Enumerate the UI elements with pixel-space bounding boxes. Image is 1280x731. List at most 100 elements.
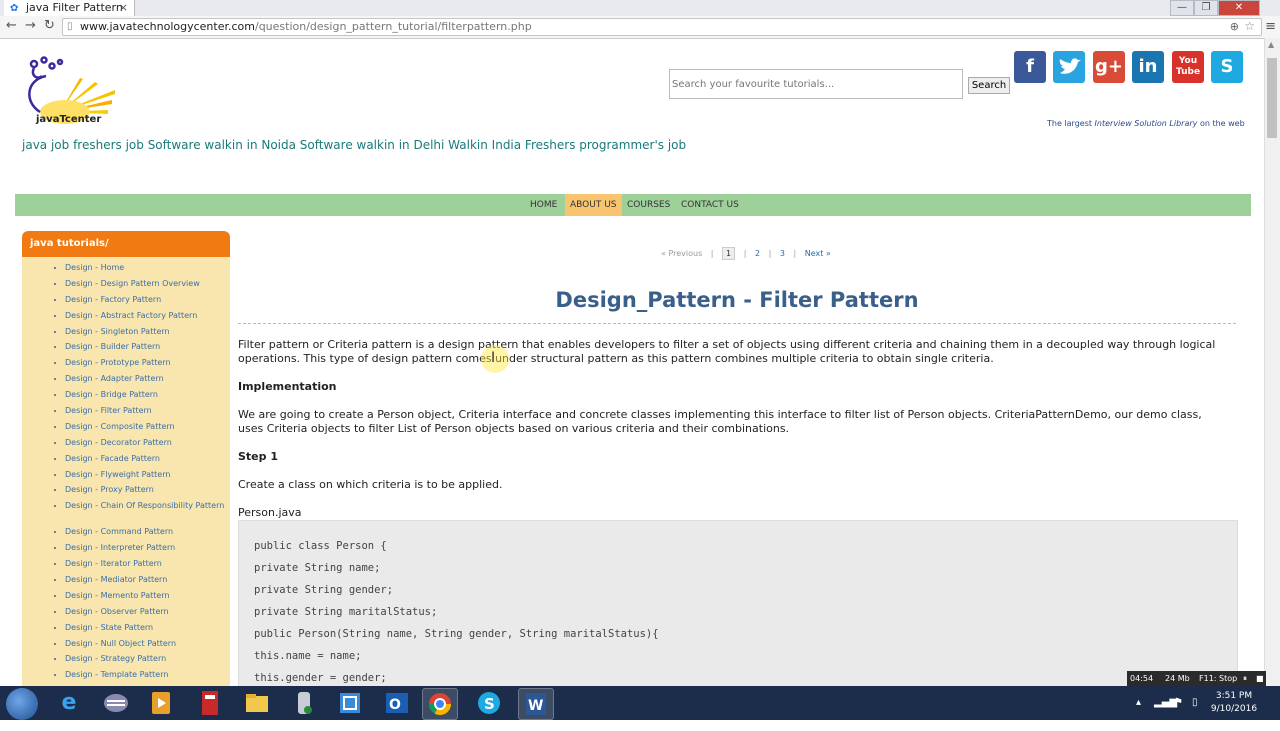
sidebar-item[interactable]: Design - Prototype Pattern xyxy=(65,358,230,374)
sidebar-item[interactable]: Design - Template Pattern xyxy=(65,670,230,686)
word-icon[interactable]: W xyxy=(518,688,554,720)
pager-page-2[interactable]: 2 xyxy=(755,249,760,258)
reload-icon[interactable]: ↻ xyxy=(44,18,55,33)
battery-icon[interactable]: ▯ xyxy=(1192,686,1198,720)
sidebar-item[interactable]: Design - Null Object Pattern xyxy=(65,639,230,655)
sidebar-item[interactable]: Design - Strategy Pattern xyxy=(65,654,230,670)
tools-app-icon[interactable] xyxy=(287,688,321,718)
sidebar-item-label: Design - Strategy Pattern xyxy=(65,654,167,664)
internet-explorer-icon[interactable]: e xyxy=(52,688,86,718)
url-host: www.javatechnologycenter.com xyxy=(80,20,255,33)
sidebar-item[interactable]: Design - Abstract Factory Pattern xyxy=(65,311,230,327)
recorder-time: 04:54 xyxy=(1130,674,1154,683)
sidebar-item-label: Design - Bridge Pattern xyxy=(65,390,158,400)
sidebar-item[interactable]: Design - Builder Pattern xyxy=(65,342,230,358)
tab-close-icon[interactable]: × xyxy=(119,0,128,15)
skype-taskbar-icon[interactable]: S xyxy=(472,688,506,718)
sidebar-item[interactable]: Design - Composite Pattern xyxy=(65,422,230,438)
bookmark-star-icon[interactable]: ☆ xyxy=(1244,18,1255,34)
sidebar-item[interactable]: Design - Facade Pattern xyxy=(65,454,230,470)
nav-about-us[interactable]: ABOUT US xyxy=(565,194,622,216)
minimize-button[interactable]: — xyxy=(1170,0,1194,16)
google-plus-icon[interactable]: g+ xyxy=(1093,51,1125,83)
sidebar-item[interactable]: Design - State Pattern xyxy=(65,623,230,639)
sidebar-item[interactable]: Design - Observer Pattern xyxy=(65,607,230,623)
forward-arrow-icon[interactable]: → xyxy=(25,18,36,33)
svg-text:S: S xyxy=(484,695,495,713)
outlook-icon[interactable]: O xyxy=(380,688,414,718)
clock-date: 9/10/2016 xyxy=(1210,704,1258,714)
sidebar-item[interactable]: Design - Iterator Pattern xyxy=(65,559,230,575)
video-player-icon[interactable] xyxy=(144,688,178,718)
page-info-icon[interactable]: ▯ xyxy=(67,19,73,35)
start-button[interactable] xyxy=(6,688,38,720)
sidebar-item[interactable]: Design - Flyweight Pattern xyxy=(65,470,230,486)
sidebar-item[interactable]: Design - Home xyxy=(65,263,230,279)
file-explorer-icon[interactable] xyxy=(240,688,274,718)
pager-page-1[interactable]: 1 xyxy=(722,247,736,260)
sidebar-item[interactable]: Design - Proxy Pattern xyxy=(65,485,230,501)
linkedin-icon[interactable]: in xyxy=(1132,51,1164,83)
sidebar-item[interactable]: Design - Adapter Pattern xyxy=(65,374,230,390)
remote-desktop-icon[interactable] xyxy=(333,688,367,718)
page-scrollbar[interactable]: ▲ xyxy=(1264,38,1280,686)
sidebar-item[interactable]: Design - Design Pattern Overview xyxy=(65,279,230,295)
nav-home[interactable]: HOME xyxy=(525,194,562,216)
twitter-icon[interactable] xyxy=(1053,51,1085,83)
main-nav: HOME ABOUT US COURSES CONTACT US xyxy=(15,194,1251,216)
sidebar-item[interactable]: Design - Memento Pattern xyxy=(65,591,230,607)
pager-page-3[interactable]: 3 xyxy=(780,249,785,258)
close-window-button[interactable]: ✕ xyxy=(1218,0,1260,16)
show-hidden-icons-icon[interactable]: ▴ xyxy=(1136,686,1141,720)
back-arrow-icon[interactable]: ← xyxy=(6,18,17,33)
scroll-up-icon[interactable]: ▲ xyxy=(1268,40,1274,49)
youtube-icon[interactable]: You Tube xyxy=(1172,51,1204,83)
media-player-icon[interactable] xyxy=(99,688,133,718)
nav-contact-us[interactable]: CONTACT US xyxy=(676,194,744,216)
sidebar-item[interactable]: Design - Chain Of Responsibility Pattern xyxy=(65,501,230,527)
sidebar-item[interactable]: Design - Mediator Pattern xyxy=(65,575,230,591)
logo-text: javaTcenter xyxy=(36,114,102,125)
clock-time: 3:51 PM xyxy=(1215,691,1253,701)
library-note-prefix: The largest xyxy=(1047,119,1095,128)
url-field[interactable]: ▯ www.javatechnologycenter.com/question/… xyxy=(62,18,1262,36)
taskbar: e O S W ▴ ▂▄▆ ⚑ ▯ 3:51 PM 9/10/2016 xyxy=(0,686,1280,720)
pause-icon[interactable]: ⏸ xyxy=(1243,671,1247,686)
sidebar-item-label: Design - Mediator Pattern xyxy=(65,575,168,585)
sidebar-item[interactable]: Design - Bridge Pattern xyxy=(65,390,230,406)
chrome-icon[interactable] xyxy=(422,688,458,720)
search-button[interactable]: Search xyxy=(968,77,1010,94)
sidebar-item[interactable]: Design - Command Pattern xyxy=(65,527,230,543)
recorder-stop-hint[interactable]: F11: Stop xyxy=(1199,671,1237,686)
browser-menu-icon[interactable]: ≡ xyxy=(1265,19,1276,34)
screen-capture-icon xyxy=(340,693,360,713)
search-input[interactable] xyxy=(669,69,963,99)
svg-text:W: W xyxy=(528,698,543,714)
sidebar-item[interactable]: Design - Singleton Pattern xyxy=(65,327,230,343)
sidebar-item[interactable]: Design - Decorator Pattern xyxy=(65,438,230,454)
sidebar-item[interactable]: Design - Factory Pattern xyxy=(65,295,230,311)
taskbar-clock[interactable]: 3:51 PM 9/10/2016 xyxy=(1210,690,1258,716)
browser-tab[interactable]: ✿ java Filter Pattern × xyxy=(4,0,135,16)
pager-next[interactable]: Next » xyxy=(805,249,831,258)
url-path: /question/design_pattern_tutorial/filter… xyxy=(254,20,532,33)
facebook-icon[interactable]: f xyxy=(1014,51,1046,83)
stop-icon[interactable]: ■ xyxy=(1256,671,1264,686)
zoom-icon[interactable]: ⊕ xyxy=(1230,19,1239,35)
maximize-button[interactable]: ❐ xyxy=(1194,0,1218,16)
pager-previous[interactable]: « Previous xyxy=(661,249,702,258)
sidebar-item[interactable]: Design - Interpreter Pattern xyxy=(65,543,230,559)
flag-icon[interactable]: ⚑ xyxy=(1174,686,1183,720)
sidebar-item-label: Design - Proxy Pattern xyxy=(65,485,154,495)
scroll-thumb[interactable] xyxy=(1267,58,1277,138)
nav-courses[interactable]: COURSES xyxy=(622,194,675,216)
skype-icon[interactable]: S xyxy=(1211,51,1243,83)
sidebar: java tutorials/ Design - Home Design - D… xyxy=(22,231,230,686)
step1-heading: Step 1 xyxy=(238,450,278,463)
sidebar-item-label: Design - Chain Of Responsibility Pattern xyxy=(65,501,225,511)
presentation-app-icon[interactable] xyxy=(193,688,227,718)
pager-separator: | xyxy=(710,249,714,258)
site-tagline[interactable]: java job freshers job Software walkin in… xyxy=(22,138,686,152)
sidebar-item-label: Design - Factory Pattern xyxy=(65,294,162,304)
sidebar-item[interactable]: Design - Filter Pattern xyxy=(65,406,230,422)
